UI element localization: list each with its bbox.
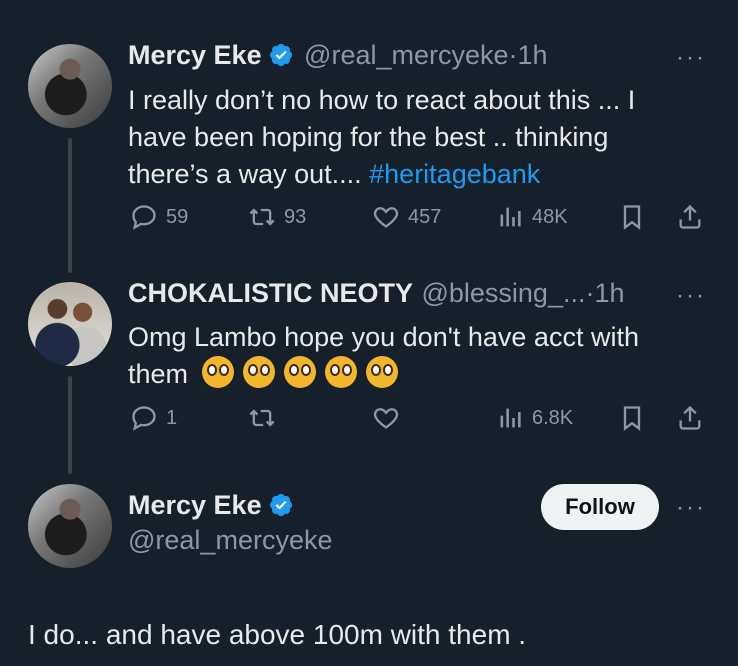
author-name[interactable]: CHOKALISTIC NEOTY	[128, 278, 413, 308]
more-icon[interactable]: ···	[676, 494, 706, 522]
retweet-count: 93	[284, 205, 307, 228]
like-count: 457	[408, 205, 442, 228]
bookmark-icon	[623, 205, 641, 230]
avatar[interactable]	[28, 282, 112, 366]
more-icon[interactable]: ···	[676, 282, 706, 310]
follow-button[interactable]: Follow	[541, 484, 659, 530]
pleading-face-emoji	[365, 356, 398, 388]
retweet-icon	[249, 409, 275, 427]
bookmark-button[interactable]	[618, 203, 646, 231]
share-button[interactable]	[676, 203, 704, 231]
reply-count: 59	[166, 205, 189, 228]
pleading-face-emoji	[283, 356, 316, 388]
tweet-text: I really don’t no how to react about thi…	[128, 82, 688, 193]
tweet-text: I do... and have above 100m with them .	[28, 619, 527, 650]
reply-icon	[132, 406, 156, 431]
bookmark-icon	[623, 406, 641, 431]
retweet-button[interactable]: 93	[248, 203, 306, 231]
thread-line	[68, 376, 72, 474]
views-button[interactable]: 6.8K	[496, 404, 573, 432]
author-name[interactable]: Mercy Eke	[128, 40, 262, 70]
views-button[interactable]: 48K	[496, 203, 568, 231]
tweet-header: Mercy Eke @real_mercyeke·1h	[128, 40, 548, 71]
verified-badge-icon	[269, 43, 292, 67]
like-icon	[373, 408, 399, 429]
emoji-group	[201, 356, 407, 389]
timestamp[interactable]: 1h	[518, 40, 548, 70]
like-button[interactable]	[372, 404, 400, 432]
reply-button[interactable]: 59	[130, 203, 188, 231]
retweet-icon	[249, 208, 275, 226]
author-name[interactable]: Mercy Eke	[128, 490, 262, 520]
author-handle[interactable]: @blessing_...	[421, 278, 585, 308]
thread-line	[68, 138, 72, 273]
hashtag-link[interactable]: #heritagebank	[369, 159, 540, 189]
author-handle[interactable]: @real_mercyeke	[128, 525, 332, 556]
views-count: 6.8K	[532, 406, 574, 429]
views-count: 48K	[532, 205, 568, 228]
retweet-button[interactable]	[248, 404, 276, 432]
tweet-header: CHOKALISTIC NEOTY @blessing_...·1h	[128, 278, 625, 309]
reply-button[interactable]: 1	[130, 404, 177, 432]
separator: ·	[508, 40, 518, 70]
pleading-face-emoji	[242, 356, 275, 388]
like-icon	[373, 207, 399, 228]
author-handle[interactable]: @real_mercyeke	[304, 40, 508, 70]
views-icon	[500, 207, 521, 227]
more-icon[interactable]: ···	[676, 44, 706, 72]
like-button[interactable]: 457	[372, 203, 441, 231]
avatar[interactable]	[28, 44, 112, 128]
avatar[interactable]	[28, 484, 112, 568]
share-button[interactable]	[676, 404, 704, 432]
pleading-face-emoji	[324, 356, 357, 388]
verified-badge-icon	[269, 493, 292, 517]
tweet-text: Omg Lambo hope you don't have acct with …	[128, 319, 688, 393]
pleading-face-emoji	[201, 356, 234, 388]
views-icon	[500, 408, 521, 428]
reply-icon	[132, 205, 156, 230]
bookmark-button[interactable]	[618, 404, 646, 432]
share-icon	[679, 204, 701, 229]
reply-count: 1	[166, 406, 178, 429]
author-block: Mercy Eke @real_mercyeke	[128, 490, 332, 556]
timestamp[interactable]: 1h	[594, 278, 624, 308]
share-icon	[679, 405, 701, 430]
